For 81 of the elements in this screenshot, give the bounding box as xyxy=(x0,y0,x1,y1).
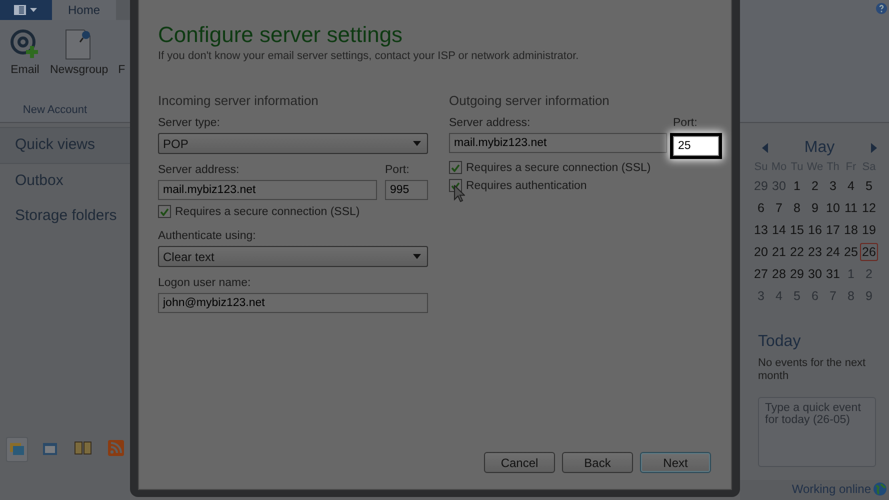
server-type-dropdown[interactable]: POP xyxy=(158,133,428,154)
ribbon-button[interactable]: F xyxy=(116,28,128,104)
port-field[interactable]: 995 xyxy=(385,180,428,200)
calendar-day[interactable]: 18 xyxy=(842,221,860,239)
calendar-day[interactable]: 14 xyxy=(770,221,788,239)
field-label: Port: xyxy=(385,164,410,176)
dialog-button[interactable]: Next xyxy=(640,452,711,473)
checkbox-label: Requires a secure connection (SSL) xyxy=(466,162,651,174)
port-field[interactable]: 25 xyxy=(673,136,719,156)
menu-list-icon xyxy=(14,5,38,15)
calendar-day[interactable]: 3 xyxy=(824,177,842,195)
next-month-button[interactable] xyxy=(870,140,877,156)
calendar-day[interactable]: 27 xyxy=(752,265,770,283)
sidebar-item[interactable]: Outbox xyxy=(0,164,130,199)
calendar-day[interactable]: 7 xyxy=(770,199,788,217)
calendar-day[interactable]: 16 xyxy=(806,221,824,239)
field-label: Port: xyxy=(673,117,698,129)
calendar-day[interactable]: 28 xyxy=(770,265,788,283)
dropdown-caret-icon xyxy=(413,254,421,259)
calendar-day[interactable]: 24 xyxy=(824,243,842,261)
calendar-day[interactable]: 2 xyxy=(806,177,824,195)
calendar-day[interactable]: 9 xyxy=(806,199,824,217)
status-text: Working online xyxy=(792,482,871,496)
field-label: Logon user name: xyxy=(158,277,252,289)
sidebar-item[interactable]: Storage folders xyxy=(0,199,130,234)
field-label: Server address: xyxy=(158,164,240,176)
section-heading: Outgoing server information xyxy=(449,93,610,108)
dialog-subtitle: If you don't know your email server settings, contact your ISP or network administrator. xyxy=(158,50,580,62)
app-menu-button[interactable] xyxy=(0,0,52,20)
field-label: Authenticate using: xyxy=(158,230,257,242)
section-heading: Incoming server information xyxy=(158,93,320,108)
calendar-day[interactable]: 30 xyxy=(806,265,824,283)
calendar-day[interactable]: 19 xyxy=(860,221,878,239)
dropdown-caret-icon xyxy=(413,141,421,146)
dialog-button[interactable]: Cancel xyxy=(484,452,555,473)
server-address-field[interactable]: mail.mybiz123.net xyxy=(158,180,377,200)
calendar-day[interactable]: 21 xyxy=(770,243,788,261)
calendar-day[interactable]: 22 xyxy=(788,243,806,261)
no-events-message: No events for the next month xyxy=(758,357,867,383)
checkbox[interactable] xyxy=(449,161,462,174)
checkbox-label: Requires a secure connection (SSL) xyxy=(175,206,360,218)
calendar-day[interactable]: 10 xyxy=(824,199,842,217)
calendar-day[interactable]: 23 xyxy=(806,243,824,261)
dialog-title: Configure server settings xyxy=(158,22,404,48)
server-address-field[interactable]: mail.mybiz123.net xyxy=(449,133,667,153)
calendar-month: May xyxy=(804,139,835,157)
calendar-day[interactable]: 31 xyxy=(824,265,842,283)
ribbon-tab[interactable]: Home xyxy=(52,0,116,20)
checkbox[interactable] xyxy=(158,205,171,218)
calendar-day[interactable]: 5 xyxy=(860,177,878,195)
calendar-day[interactable]: 17 xyxy=(824,221,842,239)
ribbon-button[interactable]: Newsgroup xyxy=(48,28,110,104)
mail-folders-icon xyxy=(9,440,25,456)
globe-icon xyxy=(873,482,887,496)
calendar-day[interactable]: 13 xyxy=(752,221,770,239)
ribbon-button[interactable]: Email xyxy=(8,28,42,104)
calendar-day[interactable]: 12 xyxy=(860,199,878,217)
calendar-day[interactable]: 15 xyxy=(788,221,806,239)
previous-month-button[interactable] xyxy=(762,140,768,156)
field-label: Server address: xyxy=(449,117,532,129)
calendar-day[interactable]: 4 xyxy=(842,177,860,195)
at-sign-plus-icon xyxy=(10,28,40,60)
help-icon[interactable] xyxy=(876,3,887,14)
calendar-day[interactable]: 29 xyxy=(788,265,806,283)
user-name-field[interactable]: john@mybiz123.net xyxy=(158,293,428,313)
today-heading: Today xyxy=(758,333,802,351)
calendar-day[interactable]: 6 xyxy=(752,199,770,217)
sidebar-item[interactable]: Quick views xyxy=(0,127,130,164)
mouse-cursor-icon xyxy=(454,185,465,202)
field-label: Server type: xyxy=(158,117,221,129)
calendar-day[interactable]: 25 xyxy=(842,243,860,261)
calendar-day[interactable]: 1 xyxy=(788,177,806,195)
calendar-day[interactable]: 20 xyxy=(752,243,770,261)
group-label: New Account xyxy=(22,104,88,118)
calendar-day[interactable]: 26 xyxy=(860,243,878,261)
calendar-day[interactable]: 8 xyxy=(788,199,806,217)
mail-nav-button[interactable] xyxy=(6,437,28,462)
checkbox-label: Requires authentication xyxy=(466,180,587,192)
authentication-dropdown[interactable]: Clear text xyxy=(158,246,428,267)
dialog-button[interactable]: Back xyxy=(562,452,633,473)
calendar-day[interactable]: 11 xyxy=(842,199,860,217)
